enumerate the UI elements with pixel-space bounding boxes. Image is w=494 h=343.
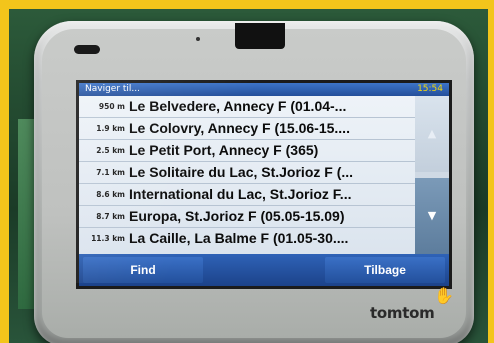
scroll-up-button[interactable]: ▲ (415, 96, 449, 172)
find-button[interactable]: Find (83, 257, 203, 283)
list-item[interactable]: 11.3 km La Caille, La Balme F (01.05-30.… (79, 228, 415, 254)
distance-label: 950 m (98, 102, 125, 111)
page-frame: tomtom ✋ Naviger til... 15:54 950 m Le B… (0, 0, 494, 343)
hand-logo-icon: ✋ (434, 286, 454, 305)
destination-name: Le Belvedere, Annecy F (01.04-... (129, 98, 347, 114)
mount-notch (235, 23, 285, 49)
bottom-bar: Find Tilbage (79, 254, 449, 286)
back-button[interactable]: Tilbage (325, 257, 445, 283)
destination-name: La Caille, La Balme F (01.05-30.... (129, 230, 349, 246)
destination-name: International du Lac, St.Jorioz F... (129, 186, 352, 202)
destination-name: Le Solitaire du Lac, St.Jorioz F (... (129, 164, 354, 180)
destination-name: Le Colovry, Annecy F (15.06-15.... (129, 120, 350, 136)
triangle-up-icon: ▲ (427, 127, 437, 140)
distance-label: 11.3 km (91, 234, 125, 243)
distance-label: 1.9 km (96, 124, 125, 133)
list-item[interactable]: 1.9 km Le Colovry, Annecy F (15.06-15...… (79, 118, 415, 140)
speaker-slot (74, 45, 100, 54)
scrollbar[interactable]: ▲ ▼ (415, 96, 449, 254)
distance-label: 8.6 km (96, 190, 125, 199)
triangle-down-icon: ▼ (427, 209, 437, 222)
title-bar: Naviger til... 15:54 (79, 83, 449, 96)
distance-label: 2.5 km (96, 146, 125, 155)
destination-name: Europa, St.Jorioz F (05.05-15.09) (129, 208, 345, 224)
list-item[interactable]: 2.5 km Le Petit Port, Annecy F (365) (79, 140, 415, 162)
screen-title: Naviger til... (85, 84, 140, 94)
list-item[interactable]: 8.6 km International du Lac, St.Jorioz F… (79, 184, 415, 206)
destination-name: Le Petit Port, Annecy F (365) (129, 142, 319, 158)
distance-label: 7.1 km (96, 168, 125, 177)
clock: 15:54 (417, 84, 443, 94)
list-item[interactable]: 8.7 km Europa, St.Jorioz F (05.05-15.09) (79, 206, 415, 228)
brand-logo: tomtom (370, 304, 435, 322)
distance-label: 8.7 km (96, 212, 125, 221)
list-item[interactable]: 7.1 km Le Solitaire du Lac, St.Jorioz F … (79, 162, 415, 184)
scroll-down-button[interactable]: ▼ (415, 178, 449, 254)
destination-list: 950 m Le Belvedere, Annecy F (01.04-... … (79, 96, 415, 254)
sensor-dot (196, 37, 200, 41)
list-item[interactable]: 950 m Le Belvedere, Annecy F (01.04-... (79, 96, 415, 118)
device-screen: Naviger til... 15:54 950 m Le Belvedere,… (76, 80, 452, 289)
